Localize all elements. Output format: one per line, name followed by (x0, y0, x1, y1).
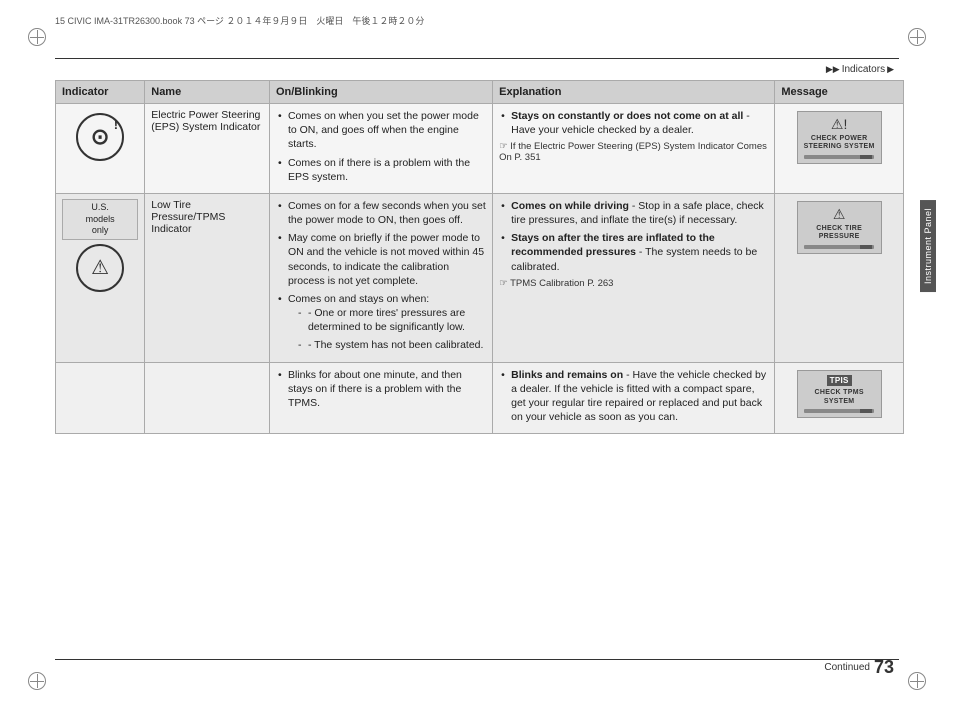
indicator-cell-eps: ⊙ ! (56, 104, 145, 194)
tpms-blink-exp-bold: Blinks and remains on (511, 369, 623, 381)
list-item: Stays on after the tires are inflated to… (499, 231, 768, 274)
list-item: Comes on while driving - Stop in a safe … (499, 199, 768, 227)
tpms-msg-text1: CHECK TIRE (816, 225, 862, 233)
explanation-cell-tpms-blink: Blinks and remains on - Have the vehicle… (493, 362, 775, 434)
tpms-name: Low Tire Pressure/TPMS Indicator (151, 199, 225, 235)
explanation-cell-eps: Stays on constantly or does not come on … (493, 104, 775, 194)
tpms-icon-symbol: ⚠ (91, 255, 109, 280)
header-arrow-left: ▶▶ (826, 64, 840, 75)
list-item: Comes on for a few seconds when you set … (276, 199, 486, 227)
list-item: May come on briefly if the power mode to… (276, 231, 486, 288)
eps-ref-text: If the Electric Power Steering (EPS) Sys… (499, 141, 767, 163)
message-cell-eps: ⚠! CHECK POWER STEERING SYSTEM (775, 104, 904, 194)
explanation-cell-tpms: Comes on while driving - Stop in a safe … (493, 193, 775, 362)
bottom-line (55, 659, 899, 660)
list-item: - The system has not been calibrated. (296, 338, 486, 352)
tpms-msg-icon: ⚠ (833, 206, 846, 223)
table-row-eps: ⊙ ! Electric Power Steering (EPS) System… (56, 104, 904, 194)
eps-onblink-list: Comes on when you set the power mode to … (276, 109, 486, 184)
main-content: Indicator Name On/Blinking Explanation M… (55, 80, 904, 653)
list-item: Blinks and remains on - Have the vehicle… (499, 368, 768, 425)
continued-label: Continued (824, 662, 870, 673)
tpms-blink-msg-text: CHECK TPMS SYSTEM (802, 389, 877, 406)
tpms-blink-onblink-list: Blinks for about one minute, and then st… (276, 368, 486, 411)
us-only-badge: U.S.modelsonly (62, 199, 138, 240)
crosshair-bl (30, 674, 44, 688)
ref-icon: ☞ (499, 141, 508, 152)
tpms-msg-bar (804, 245, 874, 249)
eps-icon-symbol: ⊙ (91, 126, 109, 148)
header-arrow-right: ▶ (887, 64, 894, 75)
list-item: - One or more tires' pressures are deter… (296, 306, 486, 334)
file-info: 15 CIVIC IMA-31TR26300.book 73 ページ ２０１４年… (55, 14, 424, 27)
message-cell-tpms-blink: TPIS CHECK TPMS SYSTEM (775, 362, 904, 434)
th-message: Message (775, 81, 904, 104)
indicator-cell-tpms: U.S.modelsonly ⚠ (56, 193, 145, 362)
list-item: Stays on constantly or does not come on … (499, 109, 768, 137)
onblink-cell-tpms: Comes on for a few seconds when you set … (269, 193, 492, 362)
sidebar-label: Instrument Panel (920, 200, 936, 292)
th-indicator: Indicator (56, 81, 145, 104)
onblink-cell-tpms-blink: Blinks for about one minute, and then st… (269, 362, 492, 434)
indicator-cell-tpms-blink (56, 362, 145, 434)
list-item: Comes on and stays on when: - One or mor… (276, 292, 486, 353)
eps-msg-text1: CHECK POWER (811, 135, 868, 143)
tpms-onblink-3: Comes on and stays on when: (288, 293, 429, 305)
tpms-msg-text2: PRESSURE (819, 233, 860, 241)
header-line (55, 58, 899, 59)
name-cell-tpms: Low Tire Pressure/TPMS Indicator (145, 193, 270, 362)
table-header-row: Indicator Name On/Blinking Explanation M… (56, 81, 904, 104)
ref-icon: ☞ (499, 278, 508, 289)
tpms-message-box: ⚠ CHECK TIRE PRESSURE (797, 201, 882, 254)
eps-msg-bar (804, 155, 874, 159)
list-item: Comes on when you set the power mode to … (276, 109, 486, 152)
tpms-blink-explanation-list: Blinks and remains on - Have the vehicle… (499, 368, 768, 425)
tpms-icon: ⚠ (76, 244, 124, 292)
eps-msg-text2: STEERING SYSTEM (804, 143, 875, 151)
tpms-exp-bold1: Comes on while driving (511, 200, 629, 212)
list-item: Comes on if there is a problem with the … (276, 156, 486, 184)
th-explanation: Explanation (493, 81, 775, 104)
page-number: 73 (874, 657, 894, 678)
tpms-onblink-list: Comes on for a few seconds when you set … (276, 199, 486, 353)
th-onblink: On/Blinking (269, 81, 492, 104)
onblink-cell-eps: Comes on when you set the power mode to … (269, 104, 492, 194)
eps-ref: ☞ If the Electric Power Steering (EPS) S… (499, 141, 768, 163)
tpms-explanation-list: Comes on while driving - Stop in a safe … (499, 199, 768, 274)
tpms-blink-badge: TPIS (827, 375, 852, 387)
tpms-blink-message-box: TPIS CHECK TPMS SYSTEM (797, 370, 882, 418)
indicator-table: Indicator Name On/Blinking Explanation M… (55, 80, 904, 434)
table-row-tpms: U.S.modelsonly ⚠ Low Tire Pressure/TPMS … (56, 193, 904, 362)
tpms-blink-msg-bar (804, 409, 874, 413)
tpms-sublist: - One or more tires' pressures are deter… (288, 306, 486, 353)
page-header: ▶▶ Indicators ▶ (826, 64, 894, 75)
eps-name: Electric Power Steering (EPS) System Ind… (151, 109, 260, 133)
th-name: Name (145, 81, 270, 104)
crosshair-tr (910, 30, 924, 44)
crosshair-br (910, 674, 924, 688)
name-cell-eps: Electric Power Steering (EPS) System Ind… (145, 104, 270, 194)
table-row-tpms-blink: Blinks for about one minute, and then st… (56, 362, 904, 434)
eps-msg-icon: ⚠! (831, 116, 847, 133)
bottom-nav: Continued 73 (824, 657, 894, 678)
eps-message-box: ⚠! CHECK POWER STEERING SYSTEM (797, 111, 882, 164)
eps-icon: ⊙ ! (76, 113, 124, 161)
message-cell-tpms: ⚠ CHECK TIRE PRESSURE (775, 193, 904, 362)
eps-explanation-list: Stays on constantly or does not come on … (499, 109, 768, 137)
tpms-ref: ☞ TPMS Calibration P. 263 (499, 278, 768, 289)
list-item: Blinks for about one minute, and then st… (276, 368, 486, 411)
name-cell-tpms-blink (145, 362, 270, 434)
eps-exclaim: ! (114, 117, 118, 132)
tpms-ref-text: TPMS Calibration P. 263 (510, 278, 613, 289)
header-label: Indicators (842, 64, 885, 75)
eps-exp-bold: Stays on constantly or does not come on … (511, 110, 743, 122)
crosshair-tl (30, 30, 44, 44)
